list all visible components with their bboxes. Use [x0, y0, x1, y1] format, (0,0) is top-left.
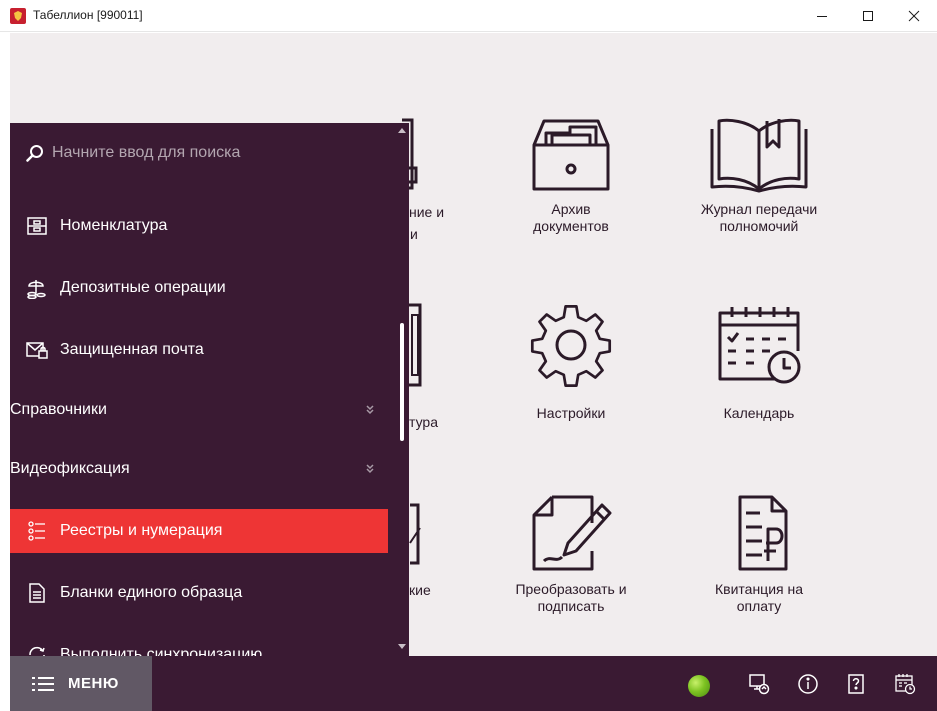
- sync-icon: [26, 644, 48, 656]
- side-menu: Номенклатура Депозитные операции Защищен…: [10, 123, 409, 656]
- menu-item-deposit-operations[interactable]: Депозитные операции: [10, 266, 388, 310]
- deposit-icon: [26, 277, 48, 299]
- tile-calendar-label: Календарь: [723, 405, 795, 421]
- menu-item-label: Выполнить синхронизацию: [60, 646, 263, 656]
- menu-item-registries-numbering[interactable]: Реестры и нумерация: [10, 509, 388, 553]
- close-icon: [908, 10, 920, 22]
- calendar-clock-icon: [718, 307, 801, 384]
- gear-icon: [530, 305, 612, 387]
- menu-item-label: Бланки единого образца: [60, 584, 243, 601]
- menu-group-directories[interactable]: Справочники: [10, 388, 388, 432]
- partial-tile-bottom-icon: [408, 503, 428, 578]
- menu-group-video-recording[interactable]: Видеофиксация: [10, 447, 388, 491]
- tile-payment-receipt-label: Квитанция на оплату: [714, 581, 803, 614]
- tile-power-of-attorney-log-label: Журнал передачи полномочий: [700, 201, 818, 234]
- menu-item-label: Защищенная почта: [60, 341, 204, 358]
- tile-payment-receipt[interactable]: Квитанция на оплату: [679, 493, 839, 615]
- menu-scrollbar[interactable]: [395, 123, 409, 656]
- tile-archive[interactable]: Архив документов: [491, 113, 651, 235]
- menu-button[interactable]: МЕНЮ: [10, 656, 152, 711]
- hamburger-icon: [32, 676, 54, 691]
- menu-group-label: Видеофиксация: [10, 460, 130, 477]
- double-chevron-down-icon: [366, 405, 374, 415]
- tile-convert-sign[interactable]: Преобразовать и подписать: [491, 493, 651, 615]
- bottom-bar: МЕНЮ: [10, 656, 937, 711]
- double-chevron-down-icon: [366, 464, 374, 474]
- tile-archive-label: Архив документов: [533, 201, 609, 234]
- open-book-icon: [710, 118, 808, 193]
- nomenclature-icon: [26, 215, 48, 237]
- maximize-button[interactable]: [845, 0, 891, 32]
- menu-item-standard-forms[interactable]: Бланки единого образца: [10, 571, 388, 615]
- title-bar: Табеллион [990011]: [0, 0, 937, 32]
- calendar-schedule-icon[interactable]: [893, 672, 917, 696]
- window-title: Табеллион [990011]: [33, 8, 143, 22]
- archive-box-icon: [532, 119, 610, 191]
- tile-settings[interactable]: Настройки: [491, 301, 651, 422]
- partial-tile-label-1: ние и: [409, 204, 445, 220]
- partial-tile-mid-icon: [406, 303, 426, 398]
- scroll-thumb[interactable]: [400, 323, 404, 441]
- form-document-icon: [26, 582, 48, 604]
- connection-status-indicator: [688, 675, 710, 697]
- menu-item-secure-mail[interactable]: Защищенная почта: [10, 328, 388, 372]
- secure-mail-icon: [26, 339, 48, 361]
- tile-calendar[interactable]: Календарь: [679, 301, 839, 422]
- search-icon: [26, 145, 43, 162]
- menu-item-sync[interactable]: Выполнить синхронизацию: [10, 633, 388, 656]
- partial-tile-label-1b: и: [410, 226, 418, 242]
- info-icon[interactable]: [796, 672, 820, 696]
- help-icon[interactable]: [844, 672, 868, 696]
- menu-item-nomenclature[interactable]: Номенклатура: [10, 204, 388, 248]
- document-pen-icon: [532, 495, 612, 571]
- menu-item-label: Реестры и нумерация: [60, 522, 223, 539]
- menu-search: [26, 141, 352, 165]
- app-logo-icon: [10, 8, 26, 24]
- menu-button-label: МЕНЮ: [68, 675, 119, 692]
- minimize-button[interactable]: [799, 0, 845, 32]
- menu-item-label: Номенклатура: [60, 217, 168, 234]
- tile-settings-label: Настройки: [536, 405, 606, 421]
- ruble-document-icon: [738, 495, 788, 571]
- search-input[interactable]: [52, 144, 352, 162]
- partial-tile-label-2: тура: [409, 414, 438, 430]
- tile-power-of-attorney-log[interactable]: Журнал передачи полномочий: [679, 113, 839, 235]
- scroll-up-icon[interactable]: [398, 127, 406, 133]
- menu-group-label: Справочники: [10, 401, 107, 418]
- scroll-down-icon[interactable]: [398, 644, 406, 650]
- menu-item-label: Депозитные операции: [60, 279, 226, 296]
- close-button[interactable]: [891, 0, 937, 32]
- minimize-icon: [817, 16, 827, 17]
- partial-tile-label-3: кие: [409, 582, 431, 598]
- registry-list-icon: [26, 520, 48, 542]
- remote-session-icon[interactable]: [747, 672, 771, 696]
- maximize-icon: [863, 11, 873, 21]
- tile-convert-sign-label: Преобразовать и подписать: [515, 581, 627, 614]
